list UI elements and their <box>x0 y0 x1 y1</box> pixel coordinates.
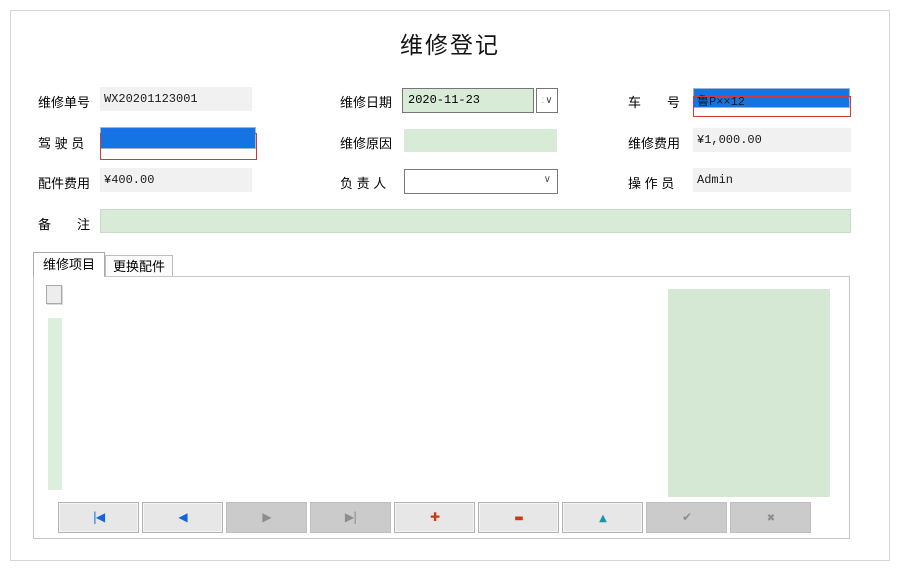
driver-validation-outline <box>100 133 257 160</box>
manager-value <box>405 170 413 175</box>
focus-mark: : <box>541 95 544 106</box>
remark-label: 备 注 <box>38 214 90 233</box>
nav-edit-button[interactable]: ▲ <box>562 502 643 533</box>
grid-side-panel <box>668 289 830 497</box>
tab-replaced-parts[interactable]: 更换配件 <box>105 255 173 277</box>
operator-label: 操 作 员 <box>628 173 674 192</box>
nav-cancel-button: ✖ <box>730 502 811 533</box>
last-record-icon: ▶| <box>345 510 356 524</box>
first-record-icon: |◀ <box>93 510 104 524</box>
grid-indicator-column <box>48 318 62 490</box>
repair-reason-input[interactable] <box>404 129 557 152</box>
vehicle-no-input[interactable]: 鲁P××12 <box>693 87 851 119</box>
operator-field: Admin <box>693 168 851 192</box>
nav-last-button: ▶| <box>310 502 391 533</box>
post-record-icon: ✔ <box>682 510 691 524</box>
nav-delete-button[interactable]: ▬ <box>478 502 559 533</box>
repair-date-label: 维修日期 <box>340 92 392 111</box>
chevron-down-icon: ∨ <box>545 95 552 106</box>
next-record-icon: ▶ <box>262 510 270 524</box>
repair-cost-label: 维修费用 <box>628 133 680 152</box>
repair-date-input[interactable]: 2020-11-23 <box>402 88 534 113</box>
nav-prior-button[interactable]: ◀ <box>142 502 223 533</box>
tab-repair-items[interactable]: 维修项目 <box>33 252 105 277</box>
repair-reason-label: 维修原因 <box>340 133 392 152</box>
insert-record-icon: ✚ <box>430 510 439 524</box>
repair-registration-screen: { "title": "维修登记", "form": { "repair_no"… <box>0 0 900 571</box>
nav-next-button: ▶ <box>226 502 307 533</box>
chevron-down-icon: ∨ <box>544 174 551 185</box>
repair-cost-field: ¥1,000.00 <box>693 128 851 152</box>
repair-no-label: 维修单号 <box>38 92 90 111</box>
nav-first-button[interactable]: |◀ <box>58 502 139 533</box>
prior-record-icon: ◀ <box>178 510 186 524</box>
vehicle-no-validation-outline <box>693 96 851 117</box>
vehicle-no-label: 车 号 <box>628 92 680 111</box>
driver-label: 驾 驶 员 <box>38 133 84 152</box>
manager-combobox[interactable]: ∨ <box>404 169 558 194</box>
nav-insert-button[interactable]: ✚ <box>394 502 475 533</box>
repair-date-dropdown-button[interactable]: :∨ <box>536 88 558 113</box>
delete-record-icon: ▬ <box>514 513 522 524</box>
remark-input[interactable] <box>100 209 851 233</box>
edit-record-icon: ▲ <box>599 513 606 524</box>
driver-input[interactable] <box>100 126 257 160</box>
parts-cost-field: ¥400.00 <box>100 168 252 192</box>
cancel-record-icon: ✖ <box>767 513 774 524</box>
manager-label: 负 责 人 <box>340 173 386 192</box>
grid-corner-button[interactable] <box>46 285 62 304</box>
page-title: 维修登记 <box>0 26 900 60</box>
nav-post-button: ✔ <box>646 502 727 533</box>
repair-no-field: WX20201123001 <box>100 87 252 111</box>
parts-cost-label: 配件费用 <box>38 173 90 192</box>
